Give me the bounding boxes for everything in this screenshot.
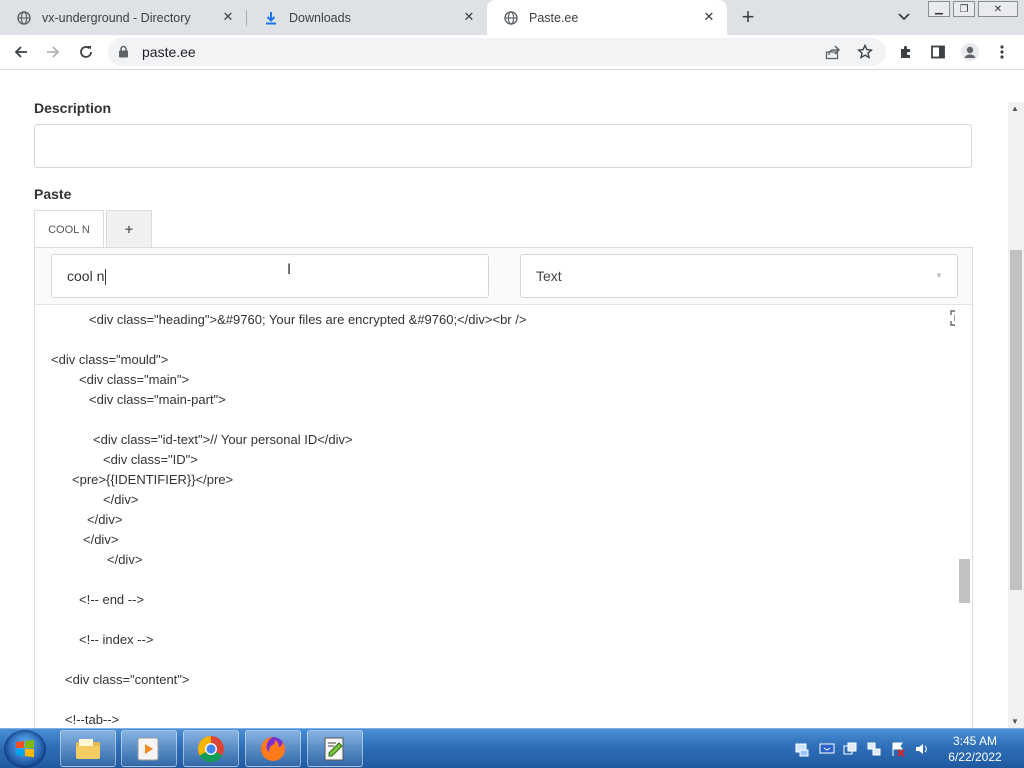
- tab-vx-underground[interactable]: vx-underground - Directory ✕: [0, 0, 246, 35]
- notepad-plus-icon: [324, 737, 344, 760]
- close-window-button[interactable]: ✕: [978, 1, 1018, 17]
- text-caret: [105, 269, 107, 286]
- description-label: Description: [34, 100, 112, 116]
- paste-tab-cool-n[interactable]: COOL N: [34, 210, 104, 248]
- paste-name-input[interactable]: cool n: [51, 254, 489, 298]
- tab-paste-ee[interactable]: Paste.ee ✕: [487, 0, 727, 35]
- editor-line: <div class="main-part">: [89, 392, 226, 407]
- taskbar-file-explorer[interactable]: [60, 730, 116, 767]
- editor-scroll-thumb[interactable]: [959, 559, 970, 603]
- tray-network-devices-icon[interactable]: [794, 741, 810, 757]
- editor-line: <div class="id-text">// Your personal ID…: [93, 432, 353, 447]
- lock-icon[interactable]: [118, 45, 129, 63]
- taskbar-firefox[interactable]: [245, 730, 301, 767]
- restore-button[interactable]: ❐: [953, 1, 975, 17]
- back-button[interactable]: [8, 40, 34, 64]
- forward-button[interactable]: [40, 40, 66, 64]
- reload-button[interactable]: [73, 40, 99, 64]
- code-editor[interactable]: <div class="heading">&#9760; Your files …: [35, 304, 972, 728]
- extensions-puzzle-icon[interactable]: [893, 40, 919, 64]
- editor-line: <div class="ID">: [103, 452, 198, 467]
- taskbar-chrome[interactable]: [183, 730, 239, 767]
- paste-panel: cool n Ι Text ▼ <div class="heading">&#9…: [34, 247, 973, 728]
- tray-action-center-flag-icon[interactable]: [890, 741, 906, 757]
- editor-line: <div class="mould">: [51, 352, 169, 367]
- file-explorer-icon: [76, 738, 100, 759]
- tab-label: Paste.ee: [529, 10, 579, 25]
- tray-volume-icon[interactable]: [914, 741, 930, 757]
- add-paste-tab-button[interactable]: +: [106, 210, 152, 248]
- syntax-select-value: Text: [536, 268, 562, 284]
- profile-avatar-icon[interactable]: [957, 40, 983, 64]
- bookmark-star-icon[interactable]: [854, 42, 876, 62]
- close-tab-icon[interactable]: ✕: [220, 9, 236, 25]
- editor-line: <!--tab-->: [65, 712, 120, 727]
- editor-line: </div>: [107, 552, 143, 567]
- tab-label: vx-underground - Directory: [42, 10, 191, 25]
- globe-icon: [16, 10, 32, 26]
- share-icon[interactable]: [822, 42, 844, 62]
- paste-name-value: cool n: [67, 268, 105, 284]
- taskbar-clock[interactable]: 3:45 AM 6/22/2022: [940, 733, 1010, 765]
- editor-line: </div>: [83, 532, 119, 547]
- address-bar[interactable]: paste.ee: [108, 38, 886, 66]
- editor-line: <pre>{{IDENTIFIER}}</pre>: [72, 472, 234, 487]
- close-tab-icon[interactable]: ✕: [461, 9, 477, 25]
- editor-line: <!-- index -->: [79, 632, 154, 647]
- tab-search-chevron-icon[interactable]: [893, 7, 915, 27]
- editor-scrollbar[interactable]: ▼: [955, 305, 972, 728]
- scroll-down-arrow-icon[interactable]: ▼: [1011, 717, 1019, 726]
- dropdown-arrow-icon: ▼: [935, 271, 943, 280]
- editor-line: <div class="heading">&#9760; Your files …: [89, 312, 527, 327]
- editor-line: <!-- end -->: [79, 592, 145, 607]
- taskbar-notepad-plus[interactable]: [307, 730, 363, 767]
- text-cursor-icon: Ι: [287, 262, 292, 278]
- page-content: Description Paste COOL N + cool n Ι Text…: [0, 70, 1008, 728]
- syntax-select[interactable]: Text ▼: [520, 254, 958, 298]
- taskbar: 3:45 AM 6/22/2022: [0, 728, 1024, 768]
- editor-line: </div>: [87, 512, 123, 527]
- firefox-icon: [261, 736, 285, 761]
- start-button[interactable]: [4, 730, 46, 768]
- minimize-button[interactable]: ▁: [928, 1, 950, 17]
- url-text: paste.ee: [142, 44, 196, 60]
- tab-strip: vx-underground - Directory ✕ Downloads ✕…: [0, 0, 1024, 35]
- tray-devices-icon[interactable]: [842, 741, 858, 757]
- tab-label: Downloads: [289, 10, 351, 25]
- windows-logo-icon: [16, 739, 34, 758]
- chrome-menu-icon[interactable]: [989, 40, 1015, 64]
- tray-display-icon[interactable]: [819, 741, 835, 757]
- tray-network-icon[interactable]: [866, 741, 882, 757]
- browser-toolbar: paste.ee: [0, 35, 1024, 70]
- globe-icon: [503, 10, 519, 26]
- media-player-icon: [137, 737, 159, 760]
- paste-label: Paste: [34, 186, 72, 202]
- taskbar-media-player[interactable]: [121, 730, 177, 767]
- editor-line: <div class="content">: [65, 672, 190, 687]
- editor-line: <div class="main">: [79, 372, 190, 387]
- editor-line: </div>: [103, 492, 139, 507]
- page-scroll-thumb[interactable]: [1010, 250, 1022, 590]
- page-scrollbar[interactable]: ▲ ▼: [1008, 102, 1024, 728]
- tab-downloads[interactable]: Downloads ✕: [247, 0, 487, 35]
- clock-time: 3:45 AM: [952, 734, 998, 748]
- download-icon: [263, 10, 279, 26]
- clock-date: 6/22/2022: [948, 750, 1002, 764]
- close-tab-icon[interactable]: ✕: [701, 9, 717, 25]
- scroll-up-arrow-icon[interactable]: ▲: [1011, 104, 1019, 113]
- chrome-icon: [197, 735, 224, 762]
- side-panel-icon[interactable]: [925, 40, 951, 64]
- new-tab-button[interactable]: +: [736, 4, 760, 29]
- description-field[interactable]: [34, 124, 972, 168]
